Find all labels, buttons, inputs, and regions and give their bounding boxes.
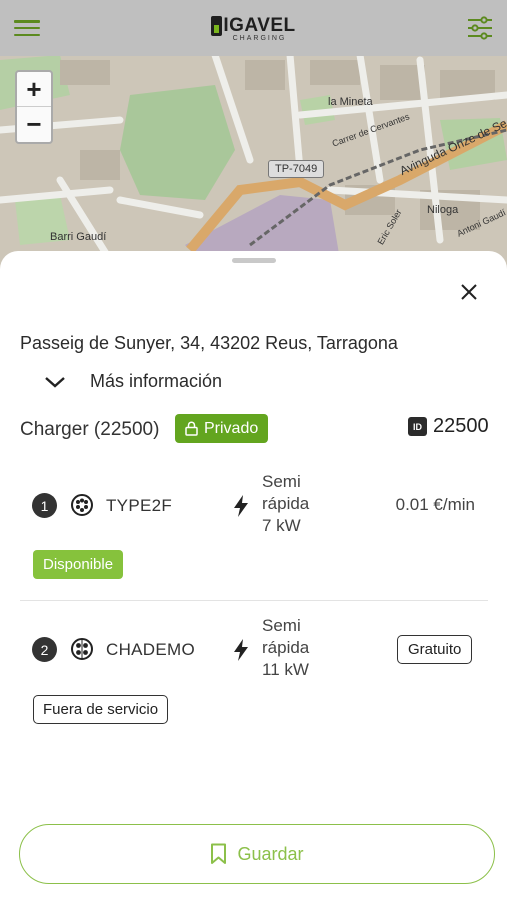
charger-address: Passeig de Sunyer, 34, 43202 Reus, Tarra…: [20, 333, 398, 353]
connector-price: 0.01 €/min: [395, 495, 475, 514]
road-badge: TP-7049: [268, 160, 325, 178]
app-logo: IGAVEL CHARGING: [211, 15, 295, 42]
power-line: 11 kW: [262, 660, 309, 679]
connector-type: TYPE2F: [106, 496, 173, 515]
price-free-badge: Gratuito: [397, 635, 473, 664]
logo-subtitle: CHARGING: [232, 34, 287, 42]
map-label: Niloga: [427, 204, 459, 216]
more-info-toggle[interactable]: Más información: [44, 371, 222, 392]
close-icon[interactable]: [458, 281, 480, 303]
connector-row[interactable]: 2 CHADEMO Semi rápida 11 kW Gratuito Fue…: [0, 615, 507, 735]
private-badge: Privado: [175, 414, 269, 443]
map-label: Barri Gaudí: [50, 231, 107, 243]
type2-plug-icon: [71, 494, 93, 516]
zoom-in-button[interactable]: +: [17, 72, 51, 107]
power-line: rápida: [262, 494, 310, 513]
power-line: rápida: [262, 638, 310, 657]
zoom-control: + −: [15, 70, 53, 144]
id-icon: ID: [408, 417, 427, 436]
bookmark-icon: [211, 843, 227, 864]
power-line: Semi: [262, 616, 301, 635]
connector-power: Semi rápida 11 kW: [262, 615, 309, 681]
filter-sliders-icon[interactable]: [467, 16, 493, 40]
private-label: Privado: [204, 419, 259, 437]
power-line: Semi: [262, 472, 301, 491]
lightning-bolt-icon: [234, 495, 248, 517]
more-info-label: Más información: [90, 371, 223, 391]
zoom-out-button[interactable]: −: [17, 107, 51, 142]
logo-text: IGAVEL: [223, 14, 296, 36]
save-button[interactable]: Guardar: [19, 824, 495, 884]
connector-power: Semi rápida 7 kW: [262, 471, 309, 537]
top-bar: IGAVEL CHARGING: [0, 0, 507, 56]
map-label: la Mineta: [328, 96, 373, 108]
status-badge: Fuera de servicio: [33, 695, 169, 724]
chademo-plug-icon: [71, 638, 93, 660]
lightning-bolt-icon: [234, 639, 248, 661]
connector-index: 1: [32, 493, 57, 518]
divider: [20, 600, 488, 601]
power-line: 7 kW: [262, 516, 301, 535]
plug-logo-icon: [211, 15, 223, 36]
connector-index: 2: [32, 637, 57, 662]
connector-row[interactable]: 1 TYPE2F Semi rápida 7 kW 0.01 €/min Dis…: [0, 471, 507, 591]
hamburger-menu-icon[interactable]: [14, 18, 40, 38]
status-badge: Disponible: [33, 550, 124, 579]
drag-handle[interactable]: [232, 258, 276, 263]
charger-title: Charger (22500): [20, 419, 160, 440]
chevron-down-icon: [45, 376, 65, 388]
lock-icon: [185, 421, 198, 436]
save-label: Guardar: [237, 843, 304, 864]
charger-id: ID 22500: [408, 415, 489, 438]
charger-detail-sheet: Passeig de Sunyer, 34, 43202 Reus, Tarra…: [0, 251, 507, 900]
connector-type: CHADEMO: [106, 640, 195, 659]
charger-id-value: 22500: [433, 415, 489, 437]
